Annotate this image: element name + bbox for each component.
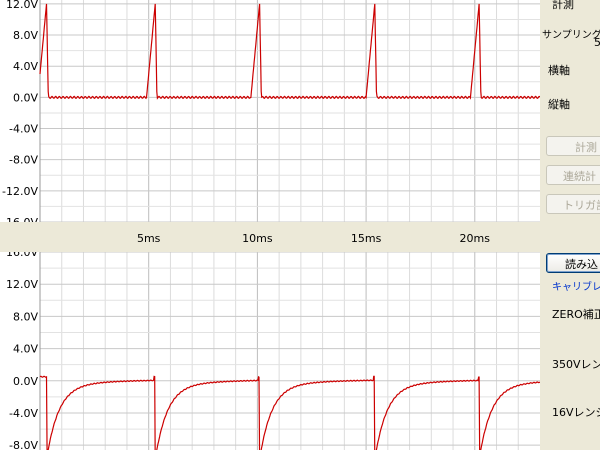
top-waveform-plot: 12.0V8.0V4.0V0.0V-4.0V-8.0V-12.0V-16.0V — [0, 0, 540, 222]
sampling-label: サンプリング — [542, 30, 600, 41]
y-tick-label: -8.0V — [9, 439, 38, 450]
zero-correction-label: ZERO補正 — [552, 308, 600, 321]
time-tick-label: 20ms — [460, 232, 491, 245]
y-tick-label: -8.0V — [9, 154, 38, 167]
vertical-axis-label: 縦軸 — [548, 98, 570, 111]
measure-label: 計測 — [552, 0, 574, 11]
y-tick-label: 8.0V — [13, 310, 38, 323]
range-350v-label: 350Vレンジ — [552, 358, 600, 371]
load-button[interactable]: 読み込 — [546, 253, 600, 273]
y-tick-label: 8.0V — [13, 29, 38, 42]
y-tick-label: 4.0V — [13, 60, 38, 73]
y-tick-label: -4.0V — [9, 123, 38, 136]
y-tick-label: 4.0V — [13, 343, 38, 356]
y-tick-label: -4.0V — [9, 407, 38, 420]
time-tick-label: 15ms — [351, 232, 382, 245]
y-tick-label: 12.0V — [6, 0, 38, 11]
y-tick-label: -12.0V — [2, 185, 38, 198]
time-axis: 5ms 10ms 15ms 20ms — [0, 222, 540, 252]
bottom-waveform-svg: 16.0V 12.0V 8.0V 4.0V 0.0V -4.0V -8.0V — [6, 252, 540, 450]
control-panel: 計測 サンプリング 5 横軸 縦軸 計測 連続計 トリガ計 読み込 キャリブレー… — [540, 0, 600, 450]
bottom-waveform-plot: 16.0V 12.0V 8.0V 4.0V 0.0V -4.0V -8.0V — [0, 252, 540, 450]
calibration-link[interactable]: キャリブレーシ — [552, 278, 600, 293]
y-tick-label: 12.0V — [6, 278, 38, 291]
time-tick-label: 5ms — [137, 232, 161, 245]
range-16v-label: 16Vレンジ — [552, 406, 600, 419]
continuous-measure-button[interactable]: 連続計 — [546, 165, 600, 185]
y-tick-label: 0.0V — [13, 375, 38, 388]
measure-button[interactable]: 計測 — [546, 136, 600, 156]
y-tick-label: 0.0V — [13, 91, 38, 104]
time-tick-label: 10ms — [242, 232, 273, 245]
y-tick-label: 16.0V — [6, 252, 38, 259]
time-axis-svg: 5ms 10ms 15ms 20ms — [137, 232, 491, 245]
sampling-value: 5 — [594, 36, 600, 49]
horizontal-axis-label: 横軸 — [548, 64, 570, 77]
trigger-measure-button[interactable]: トリガ計 — [546, 194, 600, 214]
top-waveform-svg: 12.0V8.0V4.0V0.0V-4.0V-8.0V-12.0V-16.0V — [2, 0, 540, 222]
